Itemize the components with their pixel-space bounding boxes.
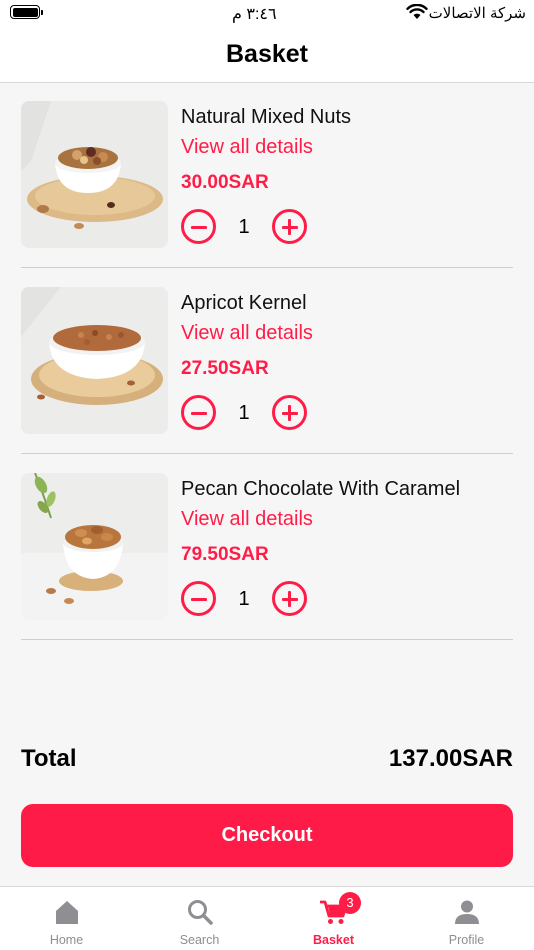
tab-profile[interactable]: Profile xyxy=(400,887,533,950)
search-icon xyxy=(187,900,213,925)
product-price: 30.00SAR xyxy=(181,172,269,193)
checkout-button[interactable]: Checkout xyxy=(21,804,513,867)
basket-item: Pecan Chocolate With Caramel View all de… xyxy=(21,473,513,640)
product-name: Apricot Kernel xyxy=(181,292,307,314)
tab-home[interactable]: Home xyxy=(0,887,133,950)
decrease-quantity-button[interactable] xyxy=(181,581,216,616)
tab-label: Search xyxy=(179,933,220,947)
tab-basket[interactable]: 3 Basket xyxy=(267,887,400,950)
increase-quantity-button[interactable] xyxy=(272,581,307,616)
status-bar: ٣:٤٦ م شركة الاتصالات xyxy=(0,0,534,30)
wifi-icon xyxy=(406,4,428,19)
status-carrier: شركة الاتصالات xyxy=(428,5,526,22)
tab-search[interactable]: Search xyxy=(133,887,266,950)
view-details-link[interactable]: View all details xyxy=(181,322,313,345)
basket-item: Apricot Kernel View all details 27.50SAR… xyxy=(21,287,513,454)
person-icon xyxy=(454,900,479,924)
tab-label: Profile xyxy=(448,933,485,947)
total-value: 137.00SAR xyxy=(388,745,513,772)
decrease-quantity-button[interactable] xyxy=(181,209,216,244)
quantity-value: 1 xyxy=(238,402,250,424)
product-price: 79.50SAR xyxy=(181,544,269,565)
tab-label: Home xyxy=(49,933,84,947)
header: Basket xyxy=(0,30,534,83)
total-label: Total xyxy=(21,745,77,772)
minus-icon xyxy=(190,411,207,415)
product-image[interactable] xyxy=(21,287,168,434)
view-details-link[interactable]: View all details xyxy=(181,508,313,531)
battery-icon xyxy=(10,5,43,19)
tab-bar: Home Search 3 Basket Profile xyxy=(0,886,534,950)
page-title: Basket xyxy=(226,40,308,68)
basket-item: Natural Mixed Nuts View all details 30.0… xyxy=(21,101,513,268)
quantity-value: 1 xyxy=(238,588,250,610)
product-image[interactable] xyxy=(21,473,168,620)
product-name: Pecan Chocolate With Caramel xyxy=(181,478,461,500)
minus-icon xyxy=(190,225,207,229)
tab-label: Basket xyxy=(313,933,354,947)
view-details-link[interactable]: View all details xyxy=(181,136,313,159)
product-name: Natural Mixed Nuts xyxy=(181,106,352,128)
home-icon xyxy=(55,901,78,924)
increase-quantity-button[interactable] xyxy=(272,209,307,244)
quantity-value: 1 xyxy=(238,216,250,238)
decrease-quantity-button[interactable] xyxy=(181,395,216,430)
increase-quantity-button[interactable] xyxy=(272,395,307,430)
minus-icon xyxy=(190,597,207,601)
cart-badge: 3 xyxy=(339,892,361,914)
product-price: 27.50SAR xyxy=(181,358,269,379)
product-image[interactable] xyxy=(21,101,168,248)
status-time: ٣:٤٦ م xyxy=(232,6,277,23)
